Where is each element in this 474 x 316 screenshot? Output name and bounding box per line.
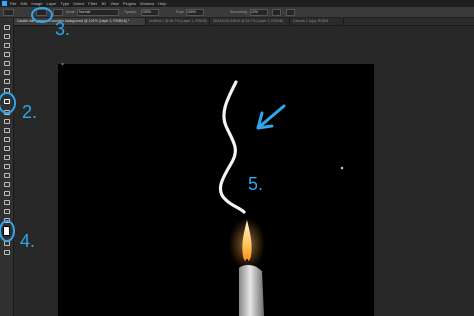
candle-body	[239, 265, 264, 316]
annotation-circle-brush-tool	[0, 92, 16, 114]
annotation-dot: .	[60, 49, 66, 69]
annotation-arrow-icon	[256, 104, 286, 130]
annotation-circle-brush-preset	[31, 7, 53, 23]
annotation-step-3: 3.	[55, 19, 71, 39]
candle-wick	[246, 259, 248, 266]
annotation-overlay	[0, 7, 344, 316]
smoke-brush-stroke	[218, 80, 246, 214]
annotation-step-4: 4.	[20, 231, 36, 251]
annotation-step-5: 5.	[248, 174, 264, 194]
canvas-speck	[340, 166, 344, 170]
annotation-circle-color-swatch	[0, 220, 15, 242]
annotation-step-2: 2.	[22, 102, 38, 122]
